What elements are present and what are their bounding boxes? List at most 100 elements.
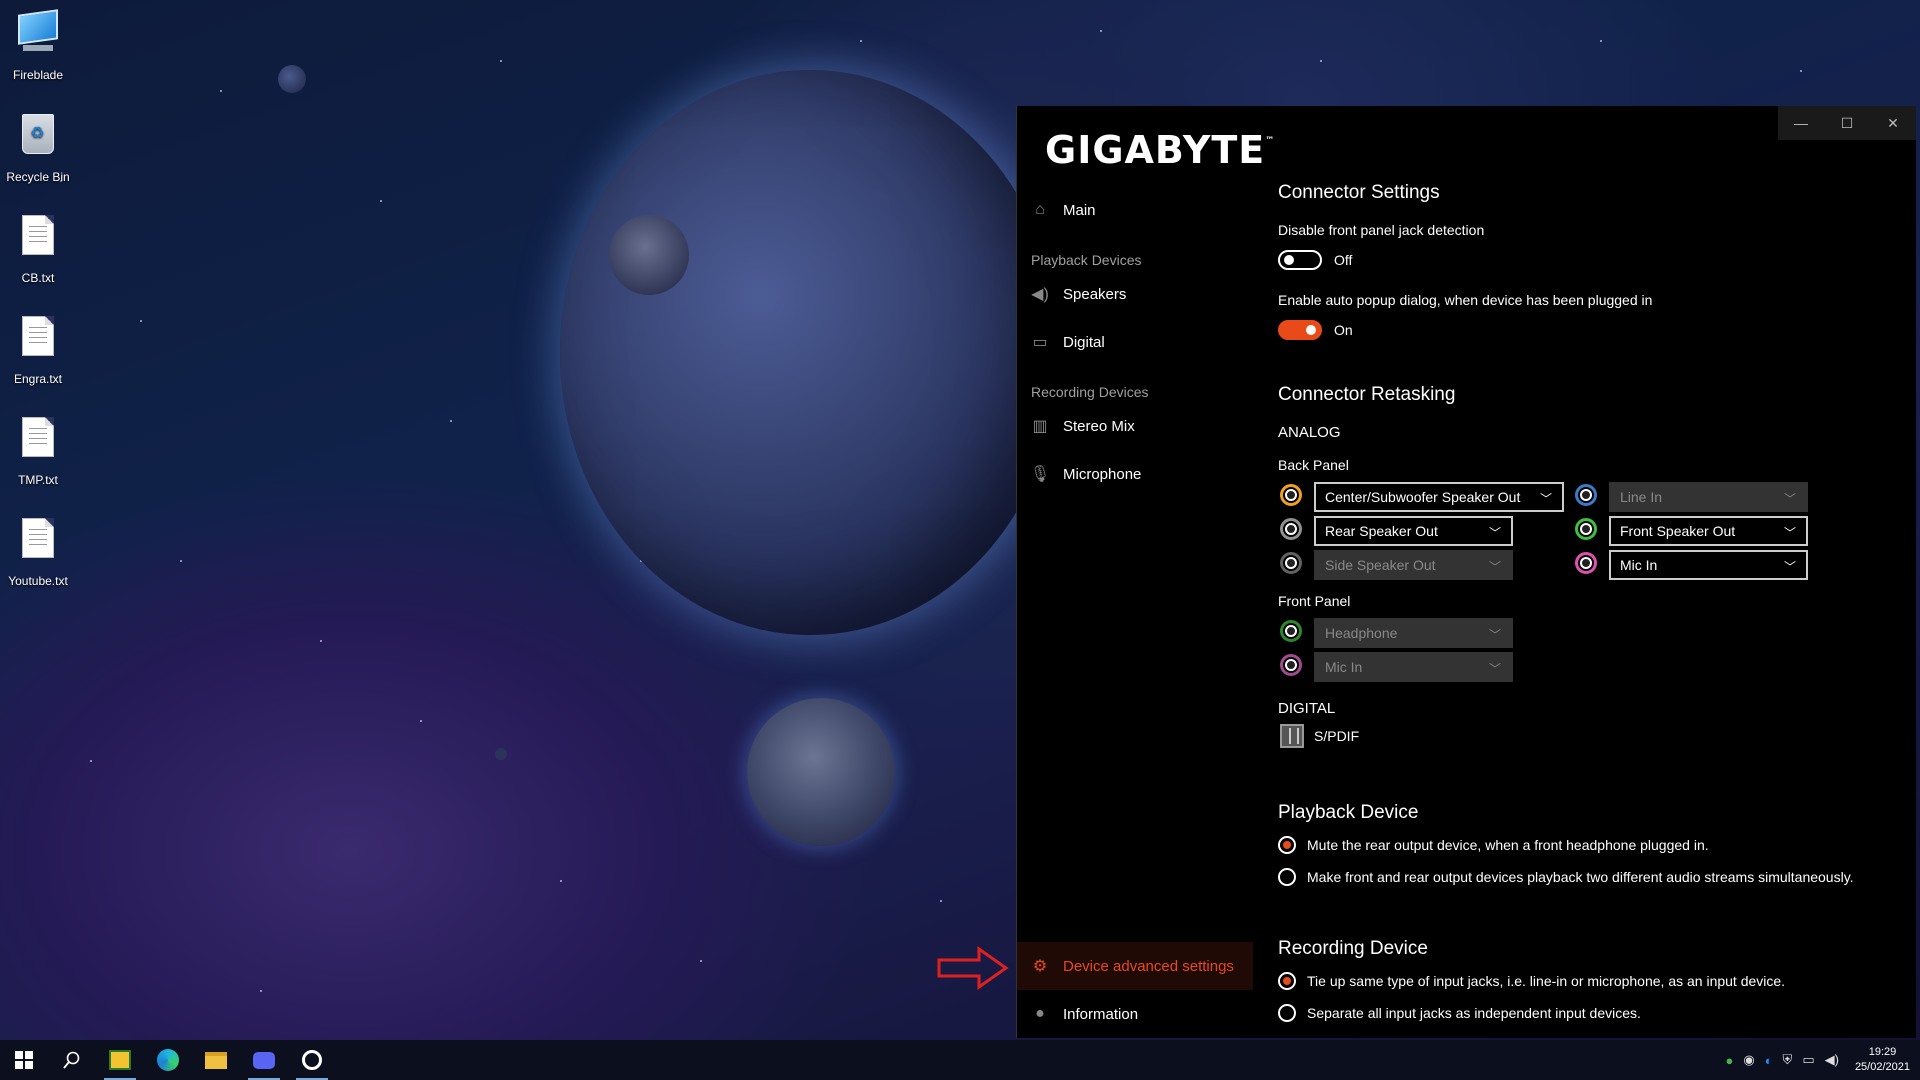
chevron-down-icon: ﹀ [1488, 662, 1501, 676]
side-nav: ⌂ Main Playback Devices ◀) Speakers ▭ Di… [1017, 186, 1253, 498]
maximize-button[interactable]: ☐ [1824, 106, 1870, 140]
digital-heading: DIGITAL [1278, 700, 1336, 717]
chevron-down-icon: ﹀ [1539, 492, 1552, 506]
select-line-in[interactable]: Line In ﹀ [1609, 482, 1808, 512]
nav-item-stereo-mix[interactable]: ▥ Stereo Mix [1017, 402, 1253, 450]
start-button[interactable] [0, 1040, 48, 1080]
file-explorer-icon [205, 1051, 227, 1069]
nav-section-recording: Recording Devices [1031, 384, 1149, 400]
spdif-label: S/PDIF [1314, 728, 1360, 744]
jack-mic-in-back [1575, 552, 1597, 574]
disable-front-jack-toggle[interactable] [1278, 250, 1322, 270]
tray-app-icon[interactable]: ◐ [1765, 1053, 1773, 1068]
taskbar-app-gigabyte-audio[interactable] [288, 1040, 336, 1080]
select-mic-in-back[interactable]: Mic In ﹀ [1609, 550, 1808, 580]
nav-item-digital[interactable]: ▭ Digital [1017, 318, 1253, 366]
nav-label: Main [1063, 201, 1096, 219]
search-button[interactable] [48, 1040, 96, 1080]
desktop-icon-youtube-txt[interactable]: Youtube.txt [0, 512, 76, 588]
jack-rear-speaker [1280, 518, 1302, 540]
taskbar-app-discord[interactable] [240, 1040, 288, 1080]
security-icon[interactable]: ⛨ [1783, 1052, 1793, 1068]
folder-app-icon [109, 1050, 131, 1070]
text-file-icon [16, 215, 60, 267]
taskbar-app-edge[interactable] [144, 1040, 192, 1080]
auto-popup-toggle[interactable] [1278, 320, 1322, 340]
clock-time: 19:29 [1868, 1046, 1897, 1058]
system-tray: ● ◉ ◐ ⛨ ▭ ◀) 19:29 25/02/2021 [1725, 1040, 1910, 1080]
radio-label: Tie up same type of input jacks, i.e. li… [1307, 973, 1786, 989]
nav-label: Device advanced settings [1063, 957, 1234, 975]
network-icon[interactable]: ▭ [1802, 1052, 1814, 1068]
desktop-icon-engra-txt[interactable]: Engra.txt [0, 310, 76, 386]
spdif-icon [1280, 724, 1304, 748]
speaker-icon: ◀) [1031, 286, 1049, 303]
small-planet [278, 65, 306, 93]
radio-label: Separate all input jacks as independent … [1307, 1005, 1641, 1021]
nav-label: Microphone [1063, 465, 1142, 483]
clock[interactable]: 19:29 25/02/2021 [1855, 1045, 1910, 1075]
volume-icon[interactable]: ◀) [1825, 1052, 1839, 1068]
jack-side-speaker [1280, 552, 1302, 574]
select-front-speaker[interactable]: Front Speaker Out ﹀ [1609, 516, 1808, 546]
nav-item-microphone[interactable]: 🎙 Microphone [1017, 450, 1253, 498]
side-nav-bottom: ⚙ Device advanced settings ● Information [1017, 942, 1253, 1038]
select-mic-in-front[interactable]: Mic In ﹀ [1314, 652, 1513, 682]
section-title-playback-device: Playback Device [1278, 802, 1419, 823]
nav-item-device-advanced-settings[interactable]: ⚙ Device advanced settings [1017, 942, 1253, 990]
desktop-icon-cb-txt[interactable]: CB.txt [0, 209, 76, 285]
analog-heading: ANALOG [1278, 424, 1341, 441]
clock-date: 25/02/2021 [1854, 1061, 1910, 1073]
annotation-arrow [937, 946, 1009, 990]
nav-item-main[interactable]: ⌂ Main [1017, 186, 1253, 234]
auto-popup-label: Enable auto popup dialog, when device ha… [1278, 292, 1653, 308]
nav-item-speakers[interactable]: ◀) Speakers [1017, 270, 1253, 318]
nav-label: Stereo Mix [1063, 417, 1135, 435]
select-headphone[interactable]: Headphone ﹀ [1314, 618, 1513, 648]
jack-mic-in-front [1280, 654, 1302, 676]
nav-item-information[interactable]: ● Information [1017, 990, 1253, 1038]
radio-label: Mute the rear output device, when a fron… [1307, 837, 1709, 853]
disable-front-jack-label: Disable front panel jack detection [1278, 222, 1485, 238]
nav-label: Digital [1063, 333, 1105, 351]
select-rear-speaker[interactable]: Rear Speaker Out ﹀ [1314, 516, 1513, 546]
desktop-icon-tmp-txt[interactable]: TMP.txt [0, 411, 76, 487]
title-bar: — ☐ ✕ [1778, 106, 1916, 140]
desktop-icon-fireblade[interactable]: Fireblade [0, 8, 76, 82]
taskbar-app-explorer-pinned[interactable] [96, 1040, 144, 1080]
large-planet [560, 70, 1060, 635]
computer-icon [16, 9, 60, 64]
desktop-icon-recycle-bin[interactable]: Recycle Bin [0, 108, 76, 184]
section-title-recording-device: Recording Device [1278, 938, 1428, 959]
microphone-icon: 🎙 [1029, 466, 1051, 483]
radio-label: Make front and rear output devices playb… [1307, 869, 1854, 885]
chevron-down-icon: ﹀ [1783, 560, 1796, 574]
chevron-down-icon: ﹀ [1783, 492, 1796, 506]
close-button[interactable]: ✕ [1870, 106, 1916, 140]
minimize-button[interactable]: — [1778, 106, 1824, 140]
nav-label: Speakers [1063, 285, 1127, 303]
select-center-subwoofer[interactable]: Center/Subwoofer Speaker Out ﹀ [1314, 482, 1564, 512]
text-file-icon [16, 417, 60, 469]
jack-line-in [1575, 484, 1597, 506]
toggle-state-text: On [1334, 322, 1353, 338]
edge-icon [157, 1049, 179, 1071]
jack-center-subwoofer [1280, 484, 1302, 506]
moon [609, 215, 689, 295]
radio-two-streams[interactable] [1278, 868, 1296, 886]
toggle-state-text: Off [1334, 252, 1353, 268]
text-file-icon [16, 316, 60, 368]
taskbar-app-file-explorer[interactable] [192, 1040, 240, 1080]
radio-tie-up-inputs[interactable] [1278, 972, 1296, 990]
gigabyte-audio-window: — ☐ ✕ GIGABYTE™ ⌂ Main Playback Devices … [1016, 106, 1916, 1038]
radio-separate-inputs[interactable] [1278, 1004, 1296, 1022]
select-side-speaker[interactable]: Side Speaker Out ﹀ [1314, 550, 1513, 580]
taskbar: ● ◉ ◐ ⛨ ▭ ◀) 19:29 25/02/2021 [0, 1040, 1920, 1080]
stereo-mix-icon: ▥ [1032, 418, 1048, 435]
steam-icon[interactable]: ◉ [1743, 1052, 1754, 1068]
recycle-bin-icon [16, 114, 60, 166]
chevron-down-icon: ﹀ [1488, 526, 1501, 540]
radio-mute-rear[interactable] [1278, 836, 1296, 854]
moon [747, 698, 895, 846]
tray-app-icon[interactable]: ● [1725, 1053, 1733, 1068]
